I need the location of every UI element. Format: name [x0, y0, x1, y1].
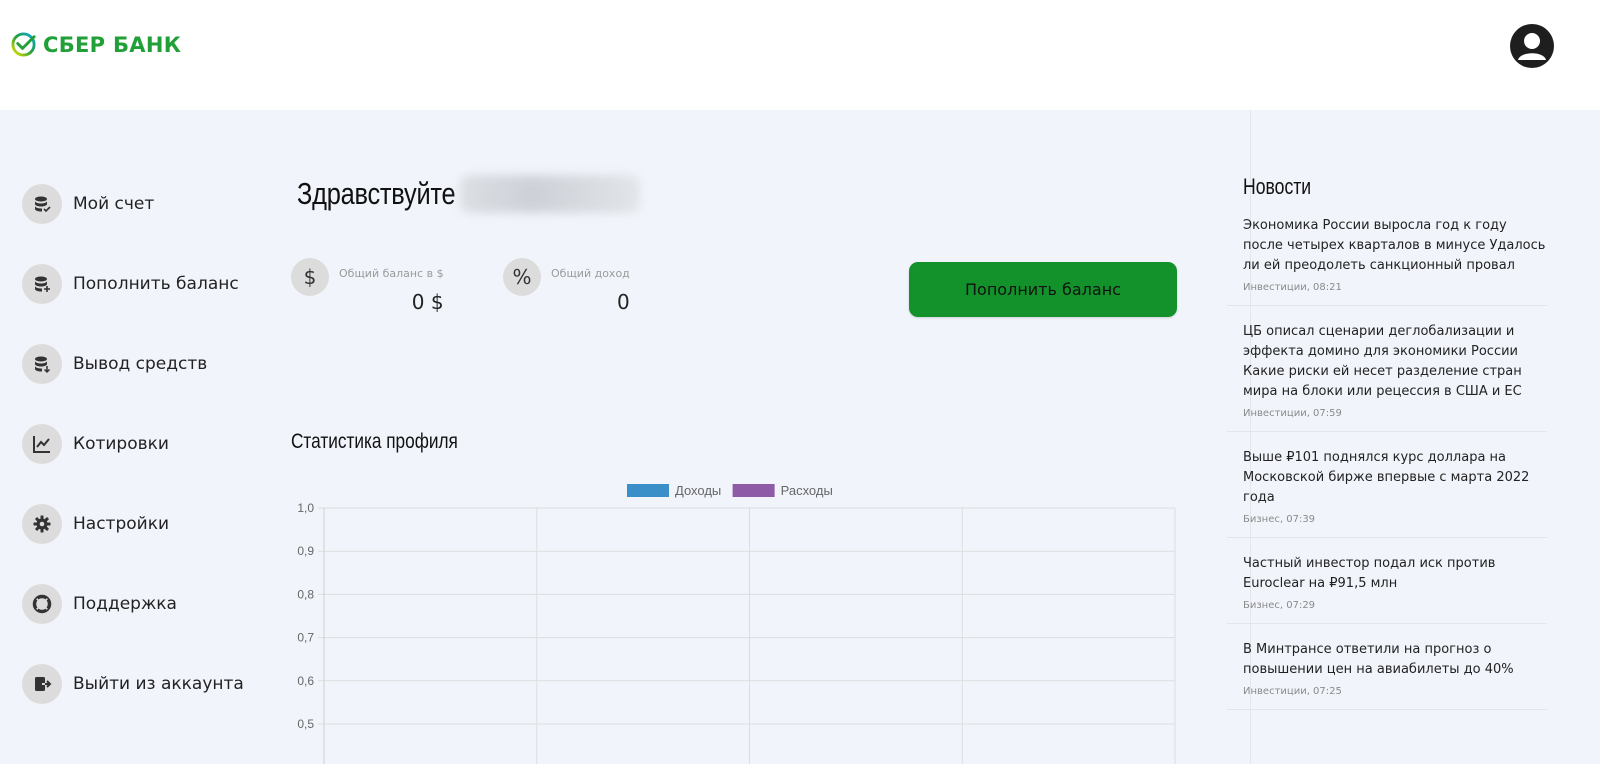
- dollar-icon: $: [291, 258, 329, 296]
- sber-check-icon: [11, 32, 36, 57]
- y-tick-label: 0,9: [297, 544, 314, 558]
- coins-plus-icon: [22, 264, 62, 304]
- greeting: Здравствуйте: [297, 175, 641, 213]
- y-tick-label: 0,5: [297, 717, 314, 731]
- sidebar-item-label: Котировки: [73, 434, 169, 454]
- news-meta: Бизнес, 07:29: [1243, 600, 1316, 611]
- news-meta: Инвестиции, 07:59: [1243, 408, 1342, 419]
- sidebar-item-withdraw[interactable]: Вывод средств: [22, 344, 262, 384]
- news-list: Экономика России выросла год к году посл…: [1227, 212, 1547, 710]
- news-item[interactable]: Частный инвестор подал иск против Eurocl…: [1227, 538, 1547, 624]
- sidebar-item-quotes[interactable]: Котировки: [22, 424, 262, 464]
- profile-stats-chart: Доходы Расходы 1,0 0,9 0,8 0,7 0,6 0,5: [297, 483, 1176, 764]
- sidebar-item-label: Мой счет: [73, 194, 155, 214]
- balance-stat: $ Общий баланс в $ 0 $: [291, 258, 444, 314]
- sidebar-item-logout[interactable]: Выйти из аккаунта: [22, 664, 262, 704]
- y-tick-label: 1,0: [297, 501, 314, 515]
- percent-icon: %: [503, 258, 541, 296]
- balance-value: 0 $: [411, 290, 444, 314]
- y-tick-label: 0,6: [297, 674, 314, 688]
- news-headline: Частный инвестор подал иск против Eurocl…: [1243, 556, 1496, 591]
- balance-label: Общий баланс в $: [339, 267, 444, 280]
- news-title: Новости: [1243, 174, 1312, 199]
- income-stat: % Общий доход 0: [503, 258, 630, 314]
- sidebar-item-my-account[interactable]: Мой счет: [22, 184, 262, 224]
- news-headline: Экономика России выросла год к году посл…: [1243, 218, 1546, 273]
- logo-text: СБЕР БАНК: [43, 32, 182, 57]
- sidebar-item-label: Поддержка: [73, 594, 177, 614]
- news-meta: Бизнес, 07:39: [1243, 514, 1316, 525]
- income-value: 0: [617, 290, 630, 314]
- greeting-text: Здравствуйте: [297, 176, 456, 211]
- sidebar-nav: Мой счет Пополнить баланс Вывод средств …: [22, 184, 262, 744]
- y-tick-label: 0,7: [297, 631, 314, 645]
- top-up-button[interactable]: Пополнить баланс: [909, 262, 1177, 317]
- income-label: Общий доход: [551, 267, 630, 280]
- news-headline: ЦБ описал сценарии деглобализации и эффе…: [1243, 324, 1522, 399]
- logout-icon: [22, 664, 62, 704]
- sidebar-item-label: Пополнить баланс: [73, 274, 239, 294]
- sidebar-item-top-up[interactable]: Пополнить баланс: [22, 264, 262, 304]
- news-meta: Инвестиции, 07:25: [1243, 686, 1342, 697]
- news-item[interactable]: Экономика России выросла год к году посл…: [1227, 212, 1547, 306]
- sidebar-item-label: Выйти из аккаунта: [73, 674, 244, 694]
- top-header: СБЕР БАНК: [0, 0, 1600, 110]
- blurred-username: [460, 175, 641, 213]
- news-item[interactable]: Выше ₽101 поднялся курс доллара на Моско…: [1227, 432, 1547, 538]
- news-headline: Выше ₽101 поднялся курс доллара на Моско…: [1243, 450, 1530, 505]
- sidebar-item-label: Настройки: [73, 514, 170, 534]
- news-item[interactable]: ЦБ описал сценарии деглобализации и эффе…: [1227, 306, 1547, 432]
- legend-swatch: [732, 484, 775, 497]
- legend-label: Расходы: [781, 483, 833, 498]
- news-meta: Инвестиции, 08:21: [1243, 282, 1342, 293]
- y-tick-label: 0,8: [297, 587, 314, 601]
- news-headline: В Минтрансе ответили на прогноз о повыше…: [1243, 642, 1514, 677]
- chart-line-icon: [22, 424, 62, 464]
- coins-down-icon: [22, 344, 62, 384]
- gear-icon: [22, 504, 62, 544]
- lifebuoy-icon: [22, 584, 62, 624]
- sidebar-item-settings[interactable]: Настройки: [22, 504, 262, 544]
- sidebar-item-label: Вывод средств: [73, 354, 208, 374]
- legend-swatch: [627, 484, 669, 497]
- legend-label: Доходы: [675, 483, 721, 498]
- user-avatar-icon[interactable]: [1510, 24, 1554, 68]
- sidebar-item-support[interactable]: Поддержка: [22, 584, 262, 624]
- coins-check-icon: [22, 184, 62, 224]
- profile-stats-title: Статистика профиля: [291, 430, 458, 453]
- sber-logo[interactable]: СБЕР БАНК: [10, 31, 181, 58]
- news-item[interactable]: В Минтрансе ответили на прогноз о повыше…: [1227, 624, 1547, 710]
